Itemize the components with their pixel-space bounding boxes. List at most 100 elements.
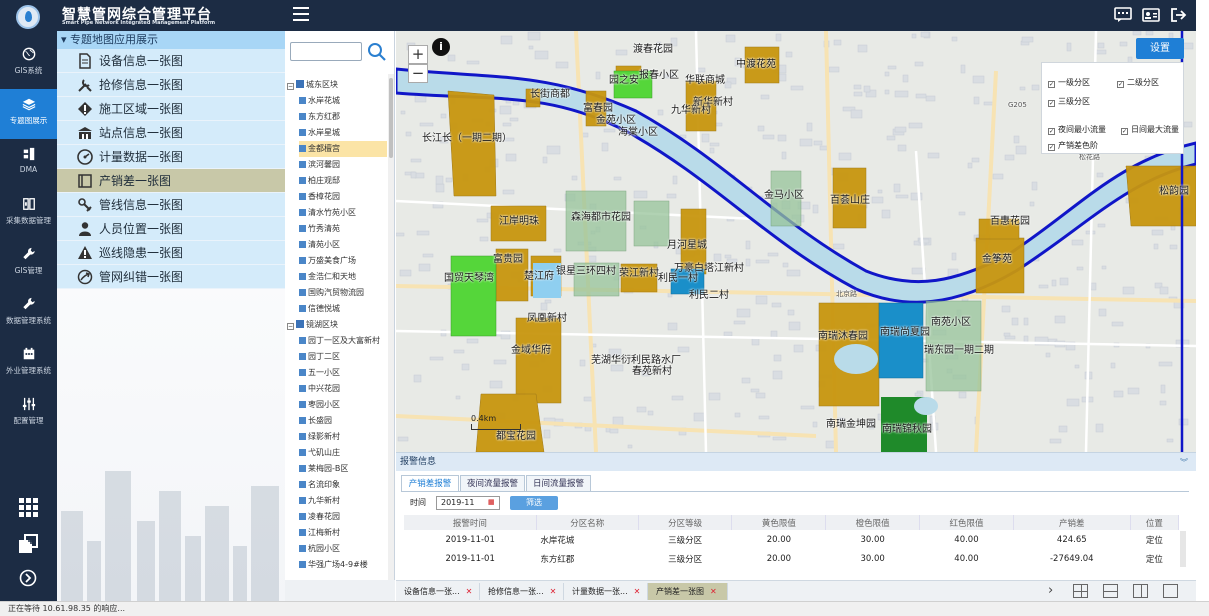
collapse-toggle-icon[interactable]: − [287, 83, 294, 90]
topic-item-pipeline[interactable]: 管线信息一张图 [57, 193, 285, 217]
search-icon[interactable] [367, 42, 387, 62]
tree-item[interactable]: 莱梅园-B区 [299, 461, 387, 477]
tree-item[interactable]: 五一小区 [299, 365, 387, 381]
filter-button[interactable]: 筛选 [510, 496, 558, 510]
nav-item-data-management[interactable]: 数据管理系统 [0, 289, 57, 339]
layer-toggle-level1[interactable]: ✓ 一级分区 [1048, 77, 1090, 88]
zoom-out-button[interactable]: − [408, 64, 428, 83]
info-icon[interactable]: i [432, 38, 450, 56]
column-header[interactable]: 报警时间 [404, 515, 537, 530]
tree-item[interactable]: 金都檀宫 [299, 141, 387, 157]
bottom-tab-repair[interactable]: 抢修信息一张... ✕ [480, 583, 564, 600]
layer-toggle-day-max-flow[interactable]: ✓ 日间最大流量 [1121, 124, 1179, 135]
tab-day-flow-alarm[interactable]: 日间流量报警 [526, 475, 591, 492]
locate-link[interactable]: 定位 [1130, 530, 1178, 549]
topic-item-patrol[interactable]: 巡线隐患一张图 [57, 241, 285, 265]
alarm-scrollbar[interactable] [1180, 531, 1186, 567]
tree-item[interactable]: 园丁二区 [299, 349, 387, 365]
tree-item[interactable]: 国购汽贸物流园 [299, 285, 387, 301]
column-header[interactable]: 黄色限值 [731, 515, 827, 530]
settings-button[interactable]: 设置 [1136, 38, 1184, 59]
tree-item[interactable]: 万盛美食广场 [299, 253, 387, 269]
collapse-double-chevron-icon[interactable]: ︾ [1180, 457, 1190, 467]
tree-item[interactable]: 香樟花园 [299, 189, 387, 205]
layer-toggle-level2[interactable]: ✓ 二级分区 [1117, 77, 1159, 88]
close-icon[interactable]: ✕ [710, 587, 717, 596]
tree-item[interactable]: 园丁一区及大富新村 [299, 333, 387, 349]
topic-item-correction[interactable]: 管网纠错一张图 [57, 265, 285, 289]
nav-item-topic-map[interactable]: 专题图展示 [0, 89, 57, 139]
nav-item-dma[interactable]: DMA [0, 139, 57, 189]
nav-item-config[interactable]: 配置管理 [0, 389, 57, 439]
topic-item-nrw[interactable]: 产销差一张图 [57, 169, 285, 193]
tree-item[interactable]: 中兴花园 [299, 381, 387, 397]
tree-search-input[interactable] [290, 42, 362, 61]
layer-toggle-night-min-flow[interactable]: ✓ 夜间最小流量 [1048, 124, 1106, 135]
bottom-tab-device[interactable]: 设备信息一张... ✕ [396, 583, 480, 600]
tree-item[interactable]: 江梅新村 [299, 525, 387, 541]
layer-toggle-nrw-scale[interactable]: ✓ 产销差色阶 [1048, 140, 1098, 151]
tree-item[interactable]: 绿影新村 [299, 429, 387, 445]
column-header[interactable]: 分区名称 [536, 515, 639, 530]
table-row[interactable]: 2019-11-01 东方红郡 三级分区 20.00 30.00 40.00 -27649.… [404, 549, 1179, 568]
topic-item-personnel[interactable]: 人员位置一张图 [57, 217, 285, 241]
tree-item[interactable]: 华强广场4-9#楼 [299, 557, 387, 573]
column-header[interactable]: 分区等级 [638, 515, 733, 530]
topic-item-metering[interactable]: 计量数据一张图 [57, 145, 285, 169]
grid-apps-icon[interactable] [17, 496, 39, 518]
tree-item[interactable]: 滨河馨园 [299, 157, 387, 173]
calendar-icon[interactable]: ▦ [488, 498, 497, 507]
id-card-icon[interactable] [1142, 7, 1160, 23]
logout-icon[interactable] [1170, 7, 1188, 23]
nav-item-gis-management[interactable]: GIS管理 [0, 239, 57, 289]
table-row[interactable]: 2019-11-01 水岸花城 三级分区 20.00 30.00 40.00 424.65 定… [404, 530, 1179, 549]
topic-panel-header[interactable]: ▾ 专题地图应用展示 [57, 31, 285, 49]
topic-item-repair[interactable]: 抢修信息一张图 [57, 73, 285, 97]
tree-item[interactable]: 九华新村 [299, 493, 387, 509]
tree-item[interactable]: 清苑小区 [299, 237, 387, 253]
column-header[interactable]: 产销差 [1013, 515, 1131, 530]
tree-item[interactable]: 竹秀清苑 [299, 221, 387, 237]
layer-toggle-level3[interactable]: ✓ 三级分区 [1048, 96, 1090, 107]
close-icon[interactable]: ✕ [466, 587, 473, 596]
nav-item-data-collection[interactable]: 采集数据管理 [0, 189, 57, 239]
topic-item-station[interactable]: 站点信息一张图 [57, 121, 285, 145]
tree-item[interactable]: 杭园小区 [299, 541, 387, 557]
nav-item-gis-system[interactable]: GIS系统 [0, 39, 57, 89]
close-icon[interactable]: ✕ [634, 587, 641, 596]
tree-item[interactable]: 名流印象 [299, 477, 387, 493]
tree-item[interactable]: 长盛园 [299, 413, 387, 429]
tab-night-flow-alarm[interactable]: 夜间流量报警 [460, 475, 525, 492]
tree-item[interactable]: 水岸花城 [299, 93, 387, 109]
tree-item[interactable]: 金浩仁和天地 [299, 269, 387, 285]
tree-group[interactable]: − 镜湖区块 [287, 317, 338, 333]
tree-item[interactable]: 凌春花园 [299, 509, 387, 525]
close-icon[interactable]: ✕ [550, 587, 557, 596]
tree-group[interactable]: − 城东区块 [287, 77, 338, 93]
layout-split-horizontal-icon[interactable] [1103, 584, 1118, 598]
bottom-tab-metering[interactable]: 计量数据一张... ✕ [564, 583, 648, 600]
collapse-toggle-icon[interactable]: − [287, 323, 294, 330]
tree-item[interactable]: 清水竹苑小区 [299, 205, 387, 221]
column-header[interactable]: 位置 [1130, 515, 1180, 530]
tree-item[interactable]: 水岸星城 [299, 125, 387, 141]
chat-icon[interactable] [1114, 7, 1132, 23]
nav-item-field-management[interactable]: 外业管理系统 [0, 339, 57, 389]
tree-item[interactable]: 弋矶山庄 [299, 445, 387, 461]
tab-nrw-alarm[interactable]: 产销差报警 [401, 475, 459, 492]
tree-item[interactable]: 柏庄观邸 [299, 173, 387, 189]
topic-item-device[interactable]: 设备信息一张图 [57, 49, 285, 73]
bottom-tab-nrw[interactable]: 产销差一张图 ✕ [648, 583, 728, 600]
layout-quad-icon[interactable] [1073, 584, 1088, 598]
collapse-arrow-icon[interactable] [19, 569, 37, 587]
layout-single-icon[interactable] [1163, 584, 1178, 598]
tree-item[interactable]: 信德悦城 [299, 301, 387, 317]
tree-item[interactable]: 枣园小区 [299, 397, 387, 413]
topic-item-construction[interactable]: 施工区域一张图 [57, 97, 285, 121]
tree-item[interactable]: 东方红郡 [299, 109, 387, 125]
add-window-icon[interactable] [17, 533, 39, 555]
chevron-right-icon[interactable]: › [1048, 583, 1053, 598]
map-view[interactable]: 渡春花园 园之安 报春小区 华联商城 中渡花苑 长街商都 富春园 九华新村 新华新村 金苑小区 海棠… [396, 31, 1196, 452]
layout-split-vertical-icon[interactable] [1133, 584, 1148, 598]
locate-link[interactable]: 定位 [1130, 549, 1178, 568]
